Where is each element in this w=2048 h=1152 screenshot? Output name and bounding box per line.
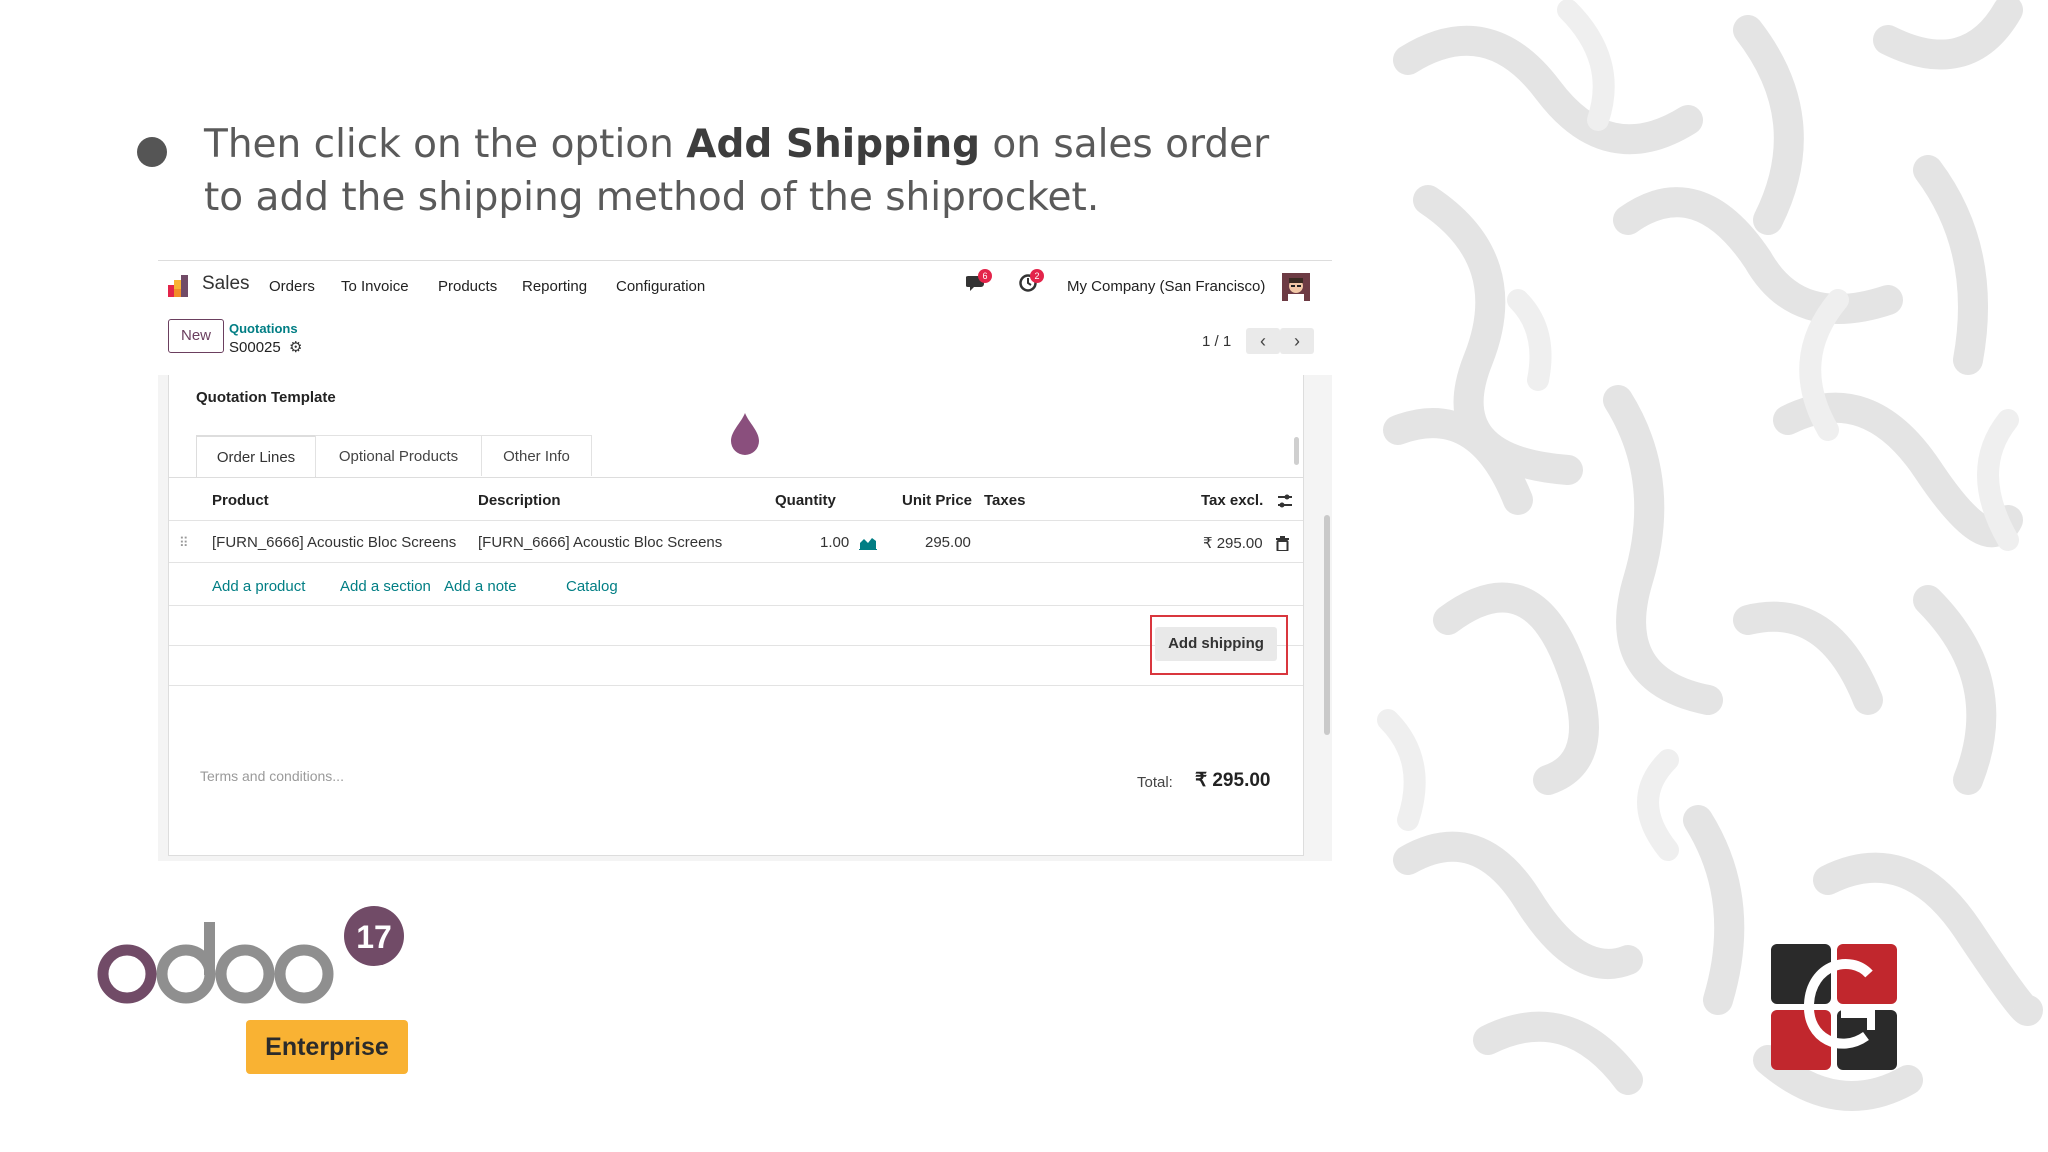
menu-reporting[interactable]: Reporting — [522, 278, 587, 295]
instruction-part1: Then click on the option — [204, 122, 687, 167]
pager-next-button[interactable]: › — [1280, 328, 1314, 354]
add-product-link[interactable]: Add a product — [212, 578, 305, 595]
tab-order-lines[interactable]: Order Lines — [196, 435, 316, 477]
control-panel: New Quotations S00025 ⚙ 1 / 1 ‹ › — [158, 309, 1332, 365]
breadcrumb-current: S00025 — [229, 339, 281, 356]
quotation-template-label: Quotation Template — [196, 389, 336, 406]
tab-optional-products[interactable]: Optional Products — [315, 435, 482, 476]
form-sheet: Quotation Template Order Lines Optional … — [168, 375, 1304, 856]
menu-configuration[interactable]: Configuration — [616, 278, 705, 295]
bullet-point — [137, 137, 167, 167]
terms-input[interactable]: Terms and conditions... — [200, 768, 344, 784]
line-description[interactable]: [FURN_6666] Acoustic Bloc Screens — [478, 534, 722, 551]
menu-orders[interactable]: Orders — [269, 278, 315, 295]
line-unit-price[interactable]: 295.00 — [925, 534, 971, 551]
line-product[interactable]: [FURN_6666] Acoustic Bloc Screens — [212, 534, 456, 551]
drag-handle-icon[interactable]: ⠿ — [179, 535, 190, 551]
company-logo — [1771, 944, 1897, 1070]
company-logo-graphic — [1771, 944, 1897, 1070]
activities-badge: 2 — [1030, 269, 1044, 283]
page-scrollbar-thumb[interactable] — [1324, 515, 1330, 735]
activities-button[interactable]: 2 — [1018, 269, 1044, 297]
gear-icon[interactable]: ⚙ — [289, 338, 302, 356]
add-links-divider — [169, 605, 1303, 606]
messages-badge: 6 — [978, 269, 992, 283]
tab-other-info[interactable]: Other Info — [481, 435, 592, 476]
company-switcher[interactable]: My Company (San Francisco) — [1067, 278, 1265, 295]
app-name[interactable]: Sales — [202, 273, 250, 295]
odoo-screenshot: Sales Orders To Invoice Products Reporti… — [158, 260, 1332, 861]
odoo-logo: 17 — [96, 900, 416, 1010]
column-tax-excl[interactable]: Tax excl. — [1201, 492, 1263, 509]
optional-columns-icon[interactable] — [1276, 493, 1294, 509]
chevron-right-icon: › — [1294, 331, 1300, 351]
top-navbar: Sales Orders To Invoice Products Reporti… — [158, 261, 1332, 309]
new-button[interactable]: New — [168, 319, 224, 353]
add-shipping-button[interactable]: Add shipping — [1155, 627, 1277, 661]
form-view: Quotation Template Order Lines Optional … — [158, 375, 1332, 861]
forecast-chart-icon[interactable] — [859, 536, 877, 550]
inner-scrollbar[interactable] — [1294, 437, 1299, 465]
instruction-text: Then click on the option Add Shipping on… — [204, 118, 1284, 224]
total-label: Total: — [1137, 774, 1173, 791]
column-description[interactable]: Description — [478, 492, 561, 509]
messages-button[interactable]: 6 — [965, 269, 992, 297]
line-subtotal: ₹ 295.00 — [1203, 535, 1263, 552]
line-quantity[interactable]: 1.00 — [820, 534, 849, 551]
tab-divider — [169, 477, 1303, 478]
chevron-left-icon: ‹ — [1260, 331, 1266, 351]
enterprise-badge: Enterprise — [246, 1020, 408, 1074]
instruction-bold: Add Shipping — [686, 122, 980, 167]
decorative-pattern — [1368, 0, 2048, 1152]
catalog-link[interactable]: Catalog — [566, 578, 618, 595]
user-avatar[interactable] — [1282, 273, 1310, 301]
add-section-link[interactable]: Add a section — [340, 578, 431, 595]
total-value: ₹ 295.00 — [1195, 770, 1271, 791]
header-divider — [169, 520, 1303, 521]
add-note-link[interactable]: Add a note — [444, 578, 517, 595]
pager-value[interactable]: 1 / 1 — [1202, 333, 1231, 350]
menu-to-invoice[interactable]: To Invoice — [341, 278, 409, 295]
sales-app-icon[interactable] — [168, 275, 192, 297]
column-quantity[interactable]: Quantity — [775, 492, 836, 509]
line-divider — [169, 562, 1303, 563]
trash-icon[interactable] — [1276, 536, 1289, 551]
pager-previous-button[interactable]: ‹ — [1246, 328, 1280, 354]
column-product[interactable]: Product — [212, 492, 269, 509]
empty-row-divider-1 — [169, 645, 1303, 646]
breadcrumb-quotations[interactable]: Quotations — [229, 321, 298, 336]
odoo-version: 17 — [356, 919, 392, 955]
odoo-wordmark-graphic: 17 — [97, 906, 404, 1004]
empty-row-divider-2 — [169, 685, 1303, 686]
column-taxes[interactable]: Taxes — [984, 492, 1025, 509]
avatar-icon — [1282, 273, 1310, 301]
droplet-icon — [731, 413, 759, 455]
column-unit-price[interactable]: Unit Price — [902, 492, 972, 509]
menu-products[interactable]: Products — [438, 278, 497, 295]
